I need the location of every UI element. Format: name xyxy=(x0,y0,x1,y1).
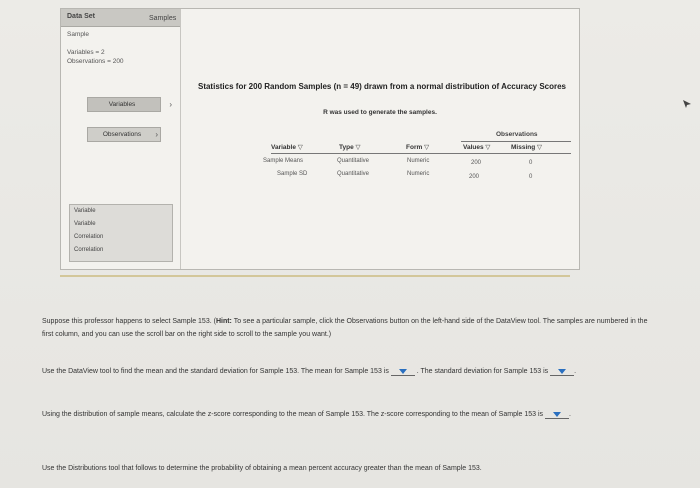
chevron-right-icon: › xyxy=(169,100,172,109)
column-header-missing[interactable]: Missing ▽ xyxy=(511,143,542,151)
divider xyxy=(271,153,571,154)
question-3: Using the distribution of sample means, … xyxy=(42,410,571,419)
dataset-name: Sample xyxy=(67,31,90,38)
stats-title: Statistics for 200 Random Samples (n = 4… xyxy=(197,82,567,91)
list-item[interactable]: Variable xyxy=(70,205,172,218)
table-cell: Sample SD xyxy=(277,171,308,177)
table-cell: Sample Means xyxy=(263,158,304,164)
sort-down-icon: ▽ xyxy=(424,144,430,151)
list-item[interactable]: Variable xyxy=(70,218,172,231)
observations-button[interactable]: Observations › xyxy=(87,127,161,142)
variable-list: Variable Variable Correlation Correlatio… xyxy=(69,204,173,262)
observations-count: Observations = 200 xyxy=(67,58,124,65)
question-1: Suppose this professor happens to select… xyxy=(42,318,648,338)
samples-tab[interactable]: Samples xyxy=(149,15,176,22)
question-2: Use the DataView tool to find the mean a… xyxy=(42,367,577,376)
observations-header: Observations xyxy=(496,131,538,138)
sort-down-icon: ▽ xyxy=(297,144,303,151)
table-cell: Quantitative xyxy=(337,171,370,177)
data-view-tool: Data Set Samples Sample Variables = 2 Ob… xyxy=(60,8,580,270)
column-header-form[interactable]: Form ▽ xyxy=(406,143,429,151)
column-header-values[interactable]: Values ▽ xyxy=(463,143,490,151)
data-set-tab[interactable]: Data Set xyxy=(67,13,95,20)
sd-dropdown[interactable] xyxy=(550,367,575,376)
stats-subtitle: R was used to generate the samples. xyxy=(323,109,437,116)
column-header-type[interactable]: Type ▽ xyxy=(339,143,361,151)
observations-button-label: Observations xyxy=(102,131,142,138)
variables-button[interactable]: Variables › xyxy=(87,97,172,112)
variables-table: Observations Variable ▽ Type ▽ Form ▽ Va… xyxy=(263,129,571,189)
table-cell: Quantitative xyxy=(337,158,370,164)
sort-down-icon: ▽ xyxy=(485,144,491,151)
table-cell: 200 xyxy=(471,160,482,166)
sort-down-icon: ▽ xyxy=(355,144,361,151)
variables-button-label: Variables xyxy=(108,101,136,108)
divider xyxy=(461,141,571,142)
chevron-right-icon: › xyxy=(155,130,158,139)
variables-count: Variables = 2 xyxy=(67,49,105,56)
list-item[interactable]: Correlation xyxy=(70,231,172,244)
table-cell: Numeric xyxy=(407,158,430,164)
hint-label: Hint: xyxy=(215,318,232,325)
column-header-variable[interactable]: Variable ▽ xyxy=(271,143,303,151)
z-score-dropdown[interactable] xyxy=(545,410,569,419)
table-cell: 0 xyxy=(529,174,533,180)
table-cell: 0 xyxy=(529,160,533,166)
left-panel: Data Set Samples Sample Variables = 2 Ob… xyxy=(61,9,181,269)
table-cell: 200 xyxy=(469,174,480,180)
variables-view: Statistics for 200 Random Samples (n = 4… xyxy=(181,9,579,269)
cursor-icon xyxy=(683,100,691,108)
page: Data Set Samples Sample Variables = 2 Ob… xyxy=(0,0,700,488)
panel-header: Data Set Samples xyxy=(61,9,180,27)
table-cell: Numeric xyxy=(407,171,430,177)
divider xyxy=(60,275,570,277)
list-item[interactable]: Correlation xyxy=(70,244,172,257)
sort-down-icon: ▽ xyxy=(537,144,543,151)
question-4: Use the Distributions tool that follows … xyxy=(42,465,482,472)
mean-dropdown[interactable] xyxy=(390,367,415,376)
